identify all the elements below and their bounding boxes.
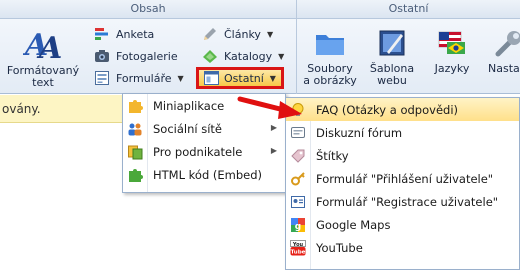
formatted-text-button[interactable]: A A Formátovaný text	[4, 24, 82, 89]
social-icon	[128, 123, 142, 135]
window-icon	[204, 71, 219, 85]
svg-text:A: A	[36, 31, 62, 62]
template-icon	[379, 30, 405, 56]
chevron-down-icon: ▼	[269, 73, 276, 83]
group-separator	[296, 0, 297, 94]
youtube-icon: You Tube	[290, 239, 306, 255]
menu-item-google-maps[interactable]: g Google Maps	[286, 213, 519, 236]
miniaplikace-submenu: FAQ (Otázky a odpovědi) Diskuzní fórum Š…	[285, 97, 520, 270]
login-icon	[291, 171, 305, 185]
menu-item-prihlaseni-uzivatele[interactable]: Formulář "Přihlášení uživatele"	[286, 167, 519, 190]
svg-text:g: g	[295, 222, 301, 232]
group-title-obsah: Obsah	[0, 0, 296, 19]
annotation-arrow	[237, 96, 302, 119]
ostatni-button[interactable]: Ostatní ▼	[196, 67, 284, 89]
catalog-icon	[203, 50, 217, 63]
chevron-down-icon: ▼	[266, 29, 274, 39]
soubory-button[interactable]: Soubory a obrázky	[302, 26, 358, 87]
chevron-down-icon: ▼	[177, 73, 184, 83]
nastaveni-button[interactable]: Nasta	[488, 26, 520, 75]
sablona-button[interactable]: Šablona webu	[364, 26, 420, 87]
tag-icon	[291, 149, 305, 163]
flags-icon	[438, 31, 465, 54]
google-icon: g	[291, 217, 305, 232]
fotogalerie-button[interactable]: Fotogalerie	[94, 46, 178, 66]
anketa-button[interactable]: Anketa	[94, 24, 154, 44]
formatted-text-icon: A A	[23, 28, 62, 62]
registration-icon	[291, 195, 305, 208]
group-title-ostatni: Ostatní	[297, 0, 520, 19]
pencil-icon	[204, 28, 216, 40]
ribbon-toolbar: Obsah Ostatní A A Formátovaný text Anket…	[0, 0, 520, 94]
submenu-arrow-icon: ▶	[270, 146, 277, 155]
menu-item-diskuzni-forum[interactable]: Diskuzní fórum	[286, 121, 519, 144]
clanky-button[interactable]: Články ▼	[202, 24, 273, 44]
notice-bar: ovány.	[0, 95, 124, 123]
menu-item-pro-podnikatele[interactable]: Pro podnikatele ▶	[123, 140, 285, 163]
menu-item-registrace-uzivatele[interactable]: Formulář "Registrace uživatele"	[286, 190, 519, 213]
business-icon	[128, 145, 143, 159]
form-icon	[95, 71, 109, 85]
jazyky-button[interactable]: Jazyky	[426, 26, 478, 75]
wrench-icon	[495, 31, 520, 57]
menu-item-stitky[interactable]: Štítky	[286, 144, 519, 167]
menu-item-faq[interactable]: FAQ (Otázky a odpovědi)	[286, 98, 519, 121]
katalogy-button[interactable]: Katalogy ▼	[202, 46, 284, 66]
folder-icon	[316, 35, 344, 55]
green-puzzle-icon	[129, 168, 143, 182]
camera-icon	[95, 50, 109, 62]
formulare-button[interactable]: Formuláře ▼	[94, 68, 184, 88]
chevron-down-icon: ▼	[278, 51, 285, 61]
menu-item-html-kod[interactable]: HTML kód (Embed)	[123, 163, 285, 186]
menu-item-youtube[interactable]: You Tube You Tube	[286, 236, 519, 259]
poll-icon	[95, 28, 108, 40]
puzzle-icon	[129, 99, 143, 113]
forum-icon	[291, 126, 305, 138]
svg-text:You: You	[292, 241, 304, 247]
svg-text:Tube: Tube	[291, 249, 306, 255]
